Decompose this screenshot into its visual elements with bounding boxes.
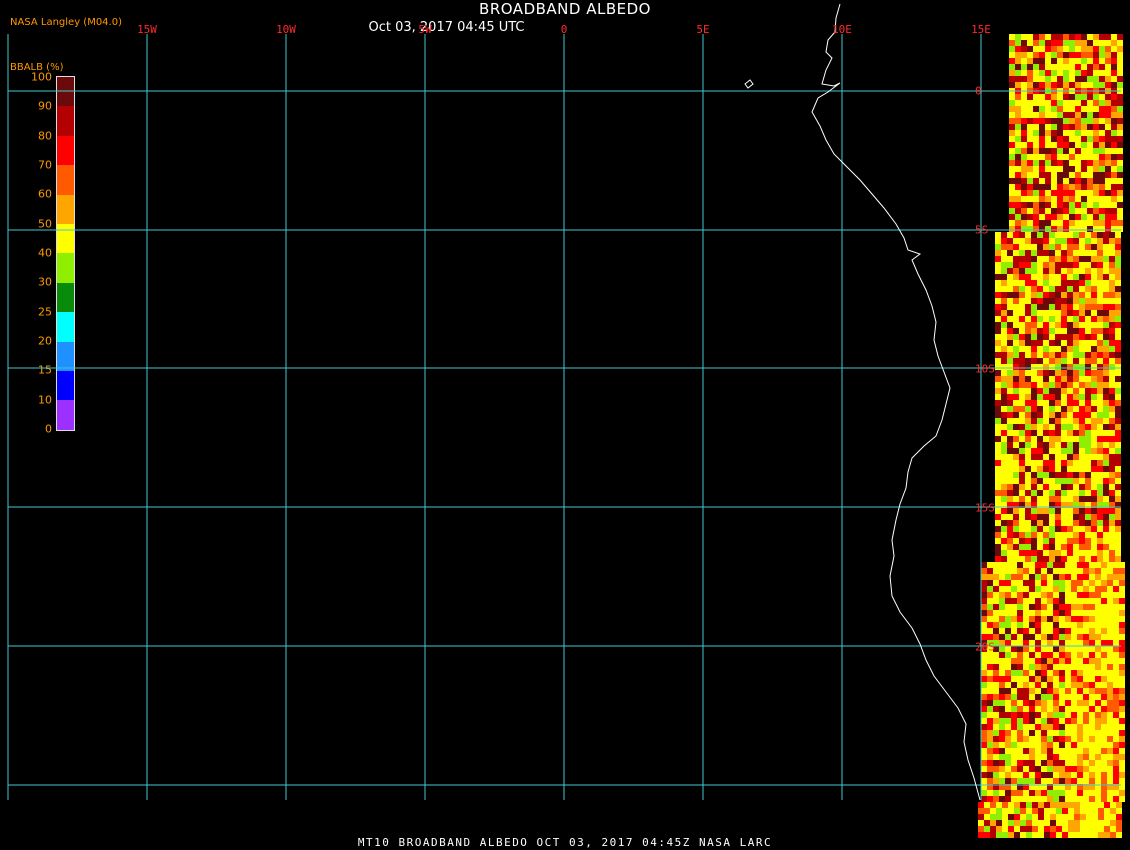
latitude-label: 20S	[975, 640, 995, 654]
map-canvas	[7, 3, 1125, 838]
latitude-label: 15S	[975, 501, 995, 515]
latitude-label: 5S	[975, 223, 989, 237]
footer-caption: MT10 BROADBAND ALBEDO OCT 03, 2017 04:45…	[357, 836, 773, 849]
longitude-label: 15E	[971, 23, 991, 36]
africa-coastline	[811, 3, 981, 801]
longitude-label: 0	[560, 23, 568, 36]
latitude-label: 0	[975, 84, 982, 98]
island-outline	[744, 79, 754, 89]
longitude-label: 10E	[832, 23, 852, 36]
albedo-image-strip	[978, 34, 1125, 838]
longitude-label: 15W	[137, 23, 157, 36]
longitude-label: 10W	[276, 23, 296, 36]
longitude-label: 5W	[418, 23, 432, 36]
longitude-label: 5E	[696, 23, 710, 36]
latitude-label: 10S	[975, 362, 995, 376]
